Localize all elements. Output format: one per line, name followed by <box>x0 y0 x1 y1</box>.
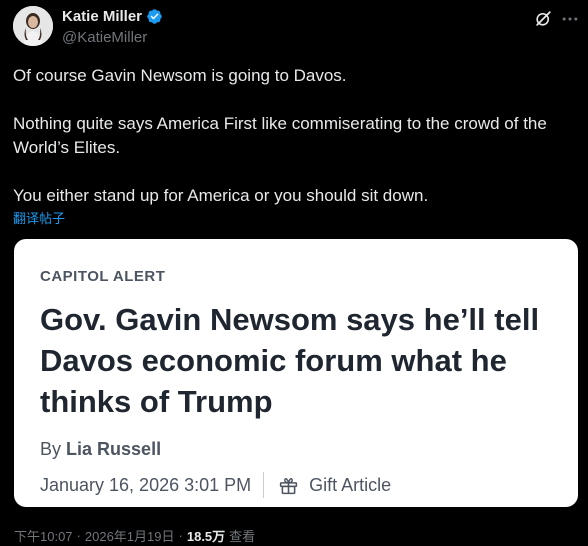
tweet-text: Of course Gavin Newsom is going to Davos… <box>13 64 578 208</box>
card-meta: January 16, 2026 3:01 PM Gift Article <box>40 472 391 498</box>
avatar-image <box>13 6 53 46</box>
tweet-paragraph-2: Nothing quite says America First like co… <box>13 114 547 157</box>
byline-prefix: By <box>40 439 62 459</box>
tweet-paragraph-1: Of course Gavin Newsom is going to Davos… <box>13 66 347 85</box>
post-time[interactable]: 下午10:07 <box>14 526 73 545</box>
card-headline: Gov. Gavin Newsom says he’ll tell Davos … <box>40 302 540 419</box>
author-handle[interactable]: @KatieMiller <box>62 29 147 46</box>
article-card[interactable]: CAPITOL ALERT Gov. Gavin Newsom says he’… <box>14 239 578 507</box>
footer-separator-1: · <box>76 528 81 543</box>
more-options-icon[interactable] <box>560 9 580 29</box>
byline-author[interactable]: Lia Russell <box>66 439 161 459</box>
card-byline: By Lia Russell <box>40 439 161 460</box>
views-label: 查看 <box>229 529 256 544</box>
avatar[interactable] <box>13 6 53 46</box>
footer-separator-2: · <box>178 528 183 543</box>
card-kicker: CAPITOL ALERT <box>40 268 166 285</box>
grok-icon[interactable] <box>534 9 553 28</box>
card-date: January 16, 2026 3:01 PM <box>40 474 252 495</box>
tweet-footer: 下午10:07 · 2026年1月19日 · 18.5万 查看 <box>14 526 255 545</box>
views-count: 18.5万 <box>186 529 226 544</box>
tweet-paragraph-3: You either stand up for America or you s… <box>13 186 429 205</box>
author-name-row[interactable]: Katie Miller <box>62 8 163 25</box>
gift-icon[interactable] <box>278 475 299 496</box>
author-display-name[interactable]: Katie Miller <box>62 8 142 25</box>
card-divider <box>263 472 265 498</box>
verified-badge-icon <box>147 9 162 24</box>
gift-article-label[interactable]: Gift Article <box>309 475 391 496</box>
tweet: Katie Miller @KatieMiller Of course Gavi… <box>0 0 588 546</box>
post-date[interactable]: 2026年1月19日 <box>85 526 175 545</box>
translate-post-link[interactable]: 翻译帖子 <box>13 208 65 227</box>
